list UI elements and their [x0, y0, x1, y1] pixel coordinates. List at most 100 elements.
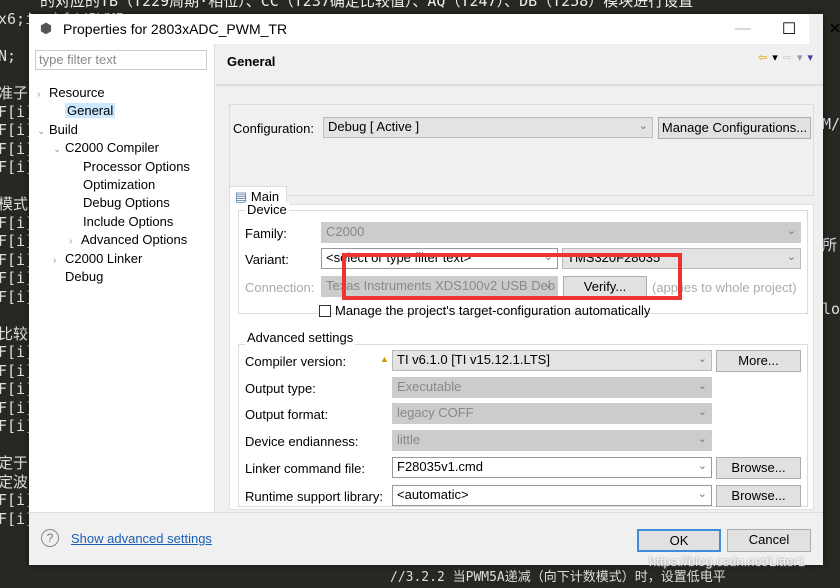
compiler-version-value: TI v6.1.0 [TI v15.12.1.LTS]	[397, 352, 550, 367]
chevron-down-icon: ⌄	[697, 488, 707, 500]
settings-panel: General ⇦ ▾ ⇨ ▾ ▾ Configuration: Debug […	[216, 44, 823, 512]
tree-item-label: Build	[49, 121, 78, 137]
editor-fragment: lo	[822, 300, 840, 318]
family-value: C2000	[326, 224, 365, 239]
tree-item-advanced-options[interactable]: › Advanced Options	[69, 231, 187, 249]
dialog-footer: ? Show advanced settings OK Cancel https…	[29, 512, 823, 569]
tree-item-label: Processor Options	[83, 158, 190, 174]
dialog-title: Properties for 2803xADC_PWM_TR	[63, 21, 288, 37]
tree-item-c2000-compiler[interactable]: ⌄ C2000 Compiler	[53, 139, 159, 157]
chevron-down-icon: ⌄	[697, 460, 707, 472]
manage-target-config-checkbox[interactable]	[319, 305, 331, 317]
output-type-label: Output type:	[245, 381, 316, 396]
editor-bottom-comment: //3.2.2 当PWM5A递减（向下计数模式）时，设置低电平	[390, 570, 726, 585]
linker-command-label: Linker command file:	[245, 461, 365, 476]
page-header: General ⇦ ▾ ⇨ ▾ ▾	[216, 44, 823, 86]
manage-target-config-label: Manage the project's target-configuratio…	[335, 303, 651, 318]
browse-runtime-button[interactable]: Browse...	[716, 485, 801, 507]
tree-item-processor-options[interactable]: Processor Options	[83, 158, 190, 176]
tree-item-optimization[interactable]: Optimization	[83, 176, 155, 194]
tree-item-label: Debug Options	[83, 195, 170, 211]
chevron-down-icon[interactable]: ⌄	[37, 123, 49, 141]
editor-fragment: M/	[822, 115, 840, 133]
back-arrow-icon[interactable]: ⇦	[758, 51, 767, 64]
chevron-down-icon: ⌄	[697, 380, 707, 392]
tree-item-include-options[interactable]: Include Options	[83, 213, 173, 231]
ok-button[interactable]: OK	[637, 529, 721, 552]
editor-background-top: 的对应的TB（T229周期·相位）、CC（T237确定比较值）、AQ（T247）…	[40, 0, 694, 10]
tree-item-debug-options[interactable]: Debug Options	[83, 194, 170, 212]
output-format-label: Output format:	[245, 407, 329, 422]
cube-icon: ⬢	[39, 20, 53, 36]
output-format-value: legacy COFF	[397, 405, 474, 420]
family-select: C2000 ⌄	[321, 222, 801, 243]
output-format-select: legacy COFF ⌄	[392, 403, 712, 424]
runtime-library-input[interactable]: <automatic> ⌄	[392, 485, 712, 506]
endianness-value: little	[397, 432, 421, 447]
maximize-button[interactable]: ☐	[766, 14, 812, 44]
configuration-label: Configuration:	[233, 121, 314, 136]
minimize-button[interactable]: —	[720, 14, 766, 44]
tree-item-debug[interactable]: Debug	[53, 268, 103, 286]
tree-item-label: Optimization	[83, 177, 156, 192]
family-label: Family:	[245, 226, 287, 241]
chevron-right-icon[interactable]: ›	[53, 252, 65, 270]
tree-item-c2000-linker[interactable]: › C2000 Linker	[53, 250, 142, 268]
tree-item-label: C2000 Compiler	[65, 140, 159, 156]
output-type-value: Executable	[397, 379, 462, 394]
configuration-value: Debug [ Active ]	[328, 119, 420, 134]
chevron-down-icon[interactable]: ⌄	[53, 141, 65, 159]
filter-input[interactable]: type filter text	[35, 50, 207, 70]
chevron-down-icon: ⌄	[786, 225, 796, 237]
manage-configurations-button[interactable]: Manage Configurations...	[658, 117, 811, 139]
compiler-version-label: Compiler version:	[245, 354, 347, 369]
linker-command-value: F28035v1.cmd	[397, 459, 483, 474]
close-button[interactable]: ✕	[812, 14, 840, 44]
output-type-select: Executable ⌄	[392, 377, 712, 398]
device-group-label: Device	[245, 202, 289, 217]
chevron-down-icon: ⌄	[786, 251, 796, 263]
tree-item-resource[interactable]: › Resource	[37, 84, 105, 102]
linker-command-input[interactable]: F28035v1.cmd ⌄	[392, 457, 712, 478]
chevron-down-icon: ⌄	[697, 406, 707, 418]
forward-arrow-icon[interactable]: ⇨	[783, 51, 792, 64]
endianness-select: little ⌄	[392, 430, 712, 451]
tree-item-general[interactable]: General	[53, 102, 116, 120]
tree-item-label: Resource	[49, 85, 105, 100]
view-menu-icon[interactable]: ▾	[807, 51, 813, 64]
watermark: https://blog.csdn.net/Litter1	[649, 554, 806, 569]
help-icon[interactable]: ?	[41, 529, 59, 547]
advanced-settings-label: Advanced settings	[245, 330, 356, 345]
configuration-select[interactable]: Debug [ Active ] ⌄	[323, 117, 653, 138]
tree-item-label: General	[65, 103, 116, 119]
more-button[interactable]: More...	[716, 350, 801, 372]
connection-label: Connection:	[245, 280, 315, 295]
browse-linker-button[interactable]: Browse...	[716, 457, 801, 479]
cancel-button[interactable]: Cancel	[727, 529, 811, 552]
page-title: General	[227, 54, 276, 69]
tree-item-label: Debug	[65, 269, 104, 284]
forward-dropdown-icon[interactable]: ▾	[797, 51, 803, 64]
variant-label: Variant:	[245, 252, 289, 267]
red-highlight-box	[342, 253, 682, 300]
compiler-version-select[interactable]: TI v6.1.0 [TI v15.12.1.LTS] ⌄	[392, 350, 712, 371]
chevron-down-icon: ⌄	[697, 433, 707, 445]
title-bar: ⬢ Properties for 2803xADC_PWM_TR — ☐ ✕	[29, 14, 840, 44]
back-dropdown-icon[interactable]: ▾	[772, 51, 778, 64]
chevron-down-icon: ⌄	[638, 120, 648, 132]
warning-icon: ▲	[380, 354, 389, 364]
runtime-library-label: Runtime support library:	[245, 489, 383, 504]
properties-dialog: ⬢ Properties for 2803xADC_PWM_TR — ☐ ✕ t…	[29, 14, 840, 569]
chevron-right-icon[interactable]: ›	[69, 233, 81, 251]
tree-item-label: C2000 Linker	[65, 250, 143, 266]
category-panel: type filter text › Resource General ⌄ Build ⌄…	[29, 44, 215, 512]
chevron-down-icon: ⌄	[697, 353, 707, 365]
chevron-right-icon[interactable]: ›	[37, 86, 49, 104]
tree-item-label: Include Options	[83, 213, 174, 229]
tree-item-label: Advanced Options	[81, 232, 188, 248]
editor-fragment: 所	[822, 236, 838, 254]
runtime-library-value: <automatic>	[397, 487, 469, 502]
endianness-label: Device endianness:	[245, 434, 359, 449]
tree-item-build[interactable]: ⌄ Build	[37, 121, 78, 139]
show-advanced-settings-link[interactable]: Show advanced settings	[71, 531, 212, 546]
